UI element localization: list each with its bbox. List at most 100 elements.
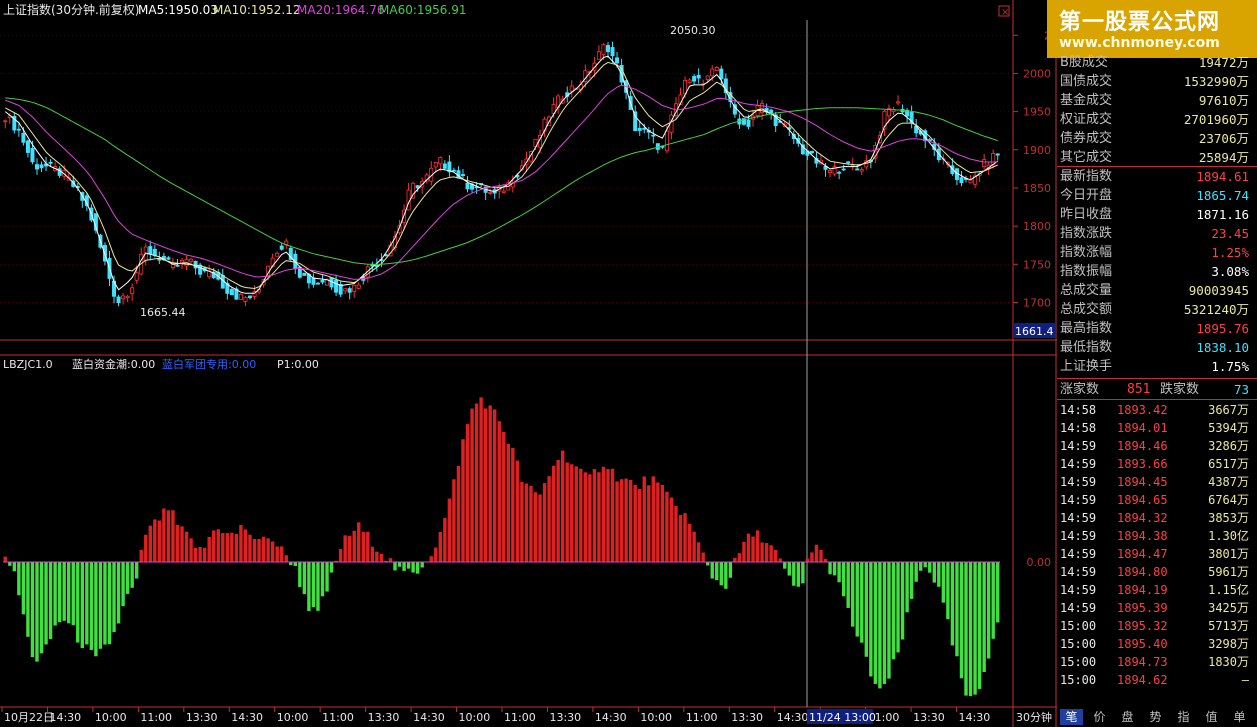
down-count-value: 73: [1233, 382, 1249, 397]
tick-row[interactable]: 14:59 1894.46 3286万: [1057, 437, 1255, 455]
price-axis: 170017501800185019001950200020.00: [1013, 29, 1051, 569]
price-tick-label: 1800: [1023, 220, 1051, 233]
panel-tab[interactable]: 价: [1088, 709, 1111, 725]
stat-row: 债券成交 23706万: [1057, 129, 1255, 148]
tick-row[interactable]: 14:59 1894.47 3801万: [1057, 545, 1255, 563]
indicator-bar: [715, 562, 719, 581]
indicator-bar: [502, 431, 506, 562]
indicator-bar: [851, 562, 855, 627]
panel-tab[interactable]: 值: [1200, 709, 1223, 725]
indicator-bar: [538, 494, 542, 562]
time-tick-label: 11:00: [140, 711, 172, 724]
candle-body: [352, 284, 357, 292]
candle-body: [982, 159, 987, 167]
time-tick-label: 10:00: [459, 711, 491, 724]
tick-row[interactable]: 15:00 1894.73 1830万: [1057, 653, 1255, 671]
indicator-bar: [148, 525, 152, 562]
panel-tab[interactable]: 笔: [1060, 709, 1083, 725]
high-annotation: 2050.30: [670, 24, 716, 37]
tick-row[interactable]: 14:59 1893.66 6517万: [1057, 455, 1255, 473]
stat-value: 1871.16: [1196, 207, 1249, 222]
indicator-bar: [452, 479, 456, 562]
stat-row: 权证成交 2701960万: [1057, 110, 1255, 129]
indicator-bar: [991, 562, 995, 639]
indicator-bar: [968, 562, 973, 697]
indicator-bar: [35, 562, 39, 662]
panel-tab[interactable]: 盘: [1116, 709, 1139, 725]
panel-tab[interactable]: 势: [1144, 709, 1167, 725]
indicator-bar: [12, 562, 17, 572]
tick-row[interactable]: 14:59 1894.45 4387万: [1057, 473, 1255, 491]
tick-time: 14:59: [1060, 457, 1097, 471]
indicator-bar: [737, 553, 742, 562]
candle-body: [189, 258, 194, 262]
candle-body: [438, 157, 443, 165]
indicator-bar: [900, 562, 905, 640]
tick-volume: 3425万: [1208, 601, 1249, 615]
indicator-bar: [583, 472, 588, 562]
period-label[interactable]: 30分钟: [1016, 710, 1052, 724]
indicator-bar: [397, 562, 402, 567]
indicator-bar: [660, 484, 665, 562]
indicator-flow: 蓝白资金潮:0.00: [72, 357, 155, 371]
time-tick-label: 10:00: [277, 711, 309, 724]
panel-tab[interactable]: 单: [1228, 709, 1251, 725]
tick-time: 14:59: [1060, 511, 1097, 525]
tick-time: 15:00: [1060, 655, 1097, 669]
indicator-bar: [184, 531, 189, 562]
candle-body: [959, 177, 964, 184]
price-gridlines: [0, 34, 1013, 303]
stat-value: 1532990万: [1183, 74, 1249, 89]
indicator-bar: [891, 562, 896, 660]
tick-row[interactable]: 14:58 1893.42 3667万: [1057, 401, 1255, 419]
indicator-bar: [678, 514, 683, 562]
stat-value: 3.08%: [1211, 264, 1249, 279]
stat-label: 其它成交: [1060, 150, 1113, 165]
candle-body: [334, 279, 339, 293]
indicator-bar: [592, 469, 597, 562]
stat-value: 2701960万: [1183, 112, 1249, 127]
indicator-bar: [719, 562, 723, 586]
indicator-bar: [48, 562, 53, 640]
candle-body: [809, 150, 814, 154]
indicator-bar: [764, 543, 769, 562]
close-icon[interactable]: ×: [1001, 7, 1009, 18]
tick-row[interactable]: 14:59 1894.32 3853万: [1057, 509, 1255, 527]
indicator-bar: [479, 397, 483, 562]
tick-row[interactable]: 15:00 1895.40 3298万: [1057, 635, 1255, 653]
candle-body: [148, 246, 153, 255]
stat-value: 1895.76: [1196, 321, 1249, 336]
tick-price: 1894.62: [1117, 673, 1168, 687]
tick-row[interactable]: 15:00 1894.62 —: [1057, 671, 1255, 689]
indicator-bar: [724, 562, 728, 589]
tick-row[interactable]: 14:59 1894.65 6764万: [1057, 491, 1255, 509]
indicator-bar: [656, 482, 660, 562]
panel-tab[interactable]: 指: [1172, 709, 1195, 725]
tick-row[interactable]: 14:59 1894.80 5961万: [1057, 563, 1255, 581]
indicator-bar: [302, 562, 307, 595]
candle-body: [302, 272, 307, 276]
stat-label: 今日开盘: [1060, 188, 1113, 203]
candle-body: [837, 171, 842, 174]
candle-body: [846, 161, 851, 164]
kline-chart[interactable]: 170017501800185019001950200020.00 10月22日…: [0, 0, 1057, 727]
indicator-bar: [955, 562, 959, 657]
tick-row[interactable]: 14:59 1895.39 3425万: [1057, 599, 1255, 617]
indicator-bar: [438, 531, 443, 562]
tick-price: 1894.73: [1117, 655, 1168, 669]
time-tick-label: 10:00: [640, 711, 672, 724]
tick-row[interactable]: 14:59 1894.19 1.15亿: [1057, 581, 1255, 599]
candle-body: [243, 296, 248, 302]
tick-volume: 3667万: [1208, 403, 1249, 417]
indicator-bar: [551, 465, 556, 562]
indicator-bar: [860, 562, 864, 643]
indicator-bar-series: [3, 397, 1000, 697]
time-tick-label: 14:30: [777, 711, 809, 724]
tick-row[interactable]: 14:59 1894.38 1.30亿: [1057, 527, 1255, 545]
indicator-bar: [121, 562, 125, 607]
candle-body: [279, 245, 284, 250]
indicator-tick-label: 0.00: [1027, 556, 1052, 569]
tick-row[interactable]: 14:58 1894.01 5394万: [1057, 419, 1255, 437]
tick-time: 14:58: [1060, 421, 1097, 435]
tick-row[interactable]: 15:00 1895.32 5713万: [1057, 617, 1255, 635]
